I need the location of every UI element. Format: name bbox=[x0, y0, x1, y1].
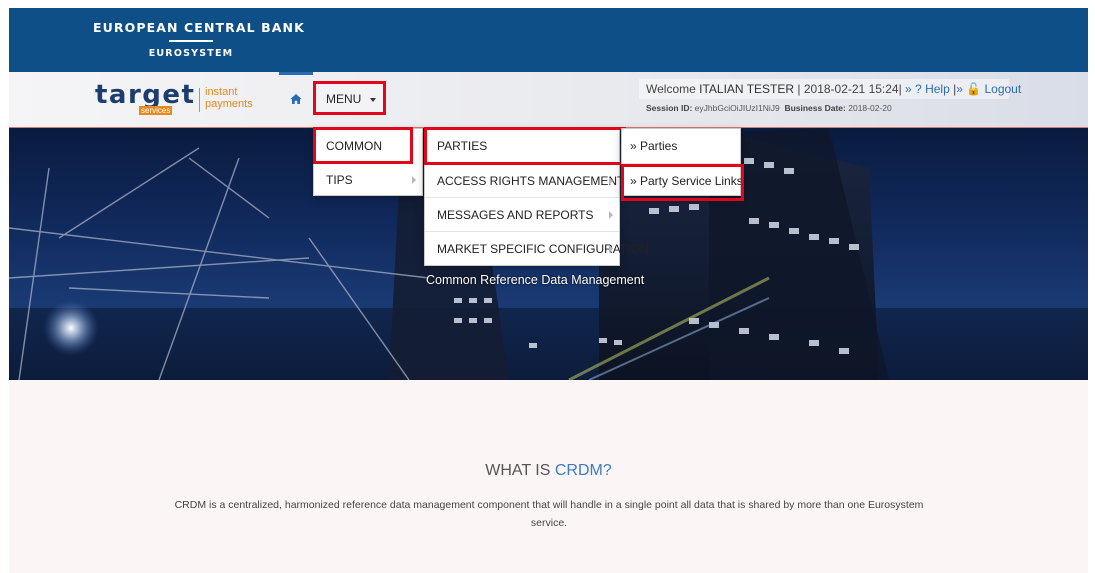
menu-item-common-label: COMMON bbox=[326, 139, 382, 153]
page-frame: EUROPEAN CENTRAL BANK EUROSYSTEM target … bbox=[9, 8, 1088, 573]
user-name: ITALIAN TESTER bbox=[699, 82, 795, 96]
menu-label: MENU bbox=[326, 92, 362, 106]
section-title-prefix: WHAT IS bbox=[485, 462, 555, 479]
menu-item-tips[interactable]: TIPS bbox=[314, 163, 422, 197]
menu-item-parties-label: PARTIES bbox=[437, 139, 488, 153]
section-description: CRDM is a centralized, harmonized refere… bbox=[174, 499, 924, 529]
chevron-right-icon bbox=[412, 176, 416, 184]
menu-item-market-specific-configuration[interactable]: MARKET SPECIFIC CONFIGURATION bbox=[425, 231, 649, 265]
section-title: WHAT IS CRDM? bbox=[9, 462, 1088, 480]
menu-item-party-service-links-label: » Party Service Links bbox=[630, 174, 743, 188]
brand-tagline-line1: instant bbox=[205, 86, 238, 98]
ecb-logo[interactable]: EUROPEAN CENTRAL BANK EUROSYSTEM bbox=[93, 20, 305, 59]
ecb-header: EUROPEAN CENTRAL BANK EUROSYSTEM bbox=[9, 8, 1088, 72]
menu-item-market-config-label: MARKET SPECIFIC CONFIGURATION bbox=[437, 242, 649, 256]
menu-level1-dropdown: COMMON TIPS bbox=[313, 128, 423, 196]
section-title-accent: CRDM? bbox=[554, 462, 612, 479]
menu-item-parties-link-label: » Parties bbox=[630, 139, 678, 153]
menu-item-party-service-links[interactable]: » Party Service Links bbox=[622, 163, 743, 197]
brand-tagline-line2: payments bbox=[205, 98, 253, 110]
brand-tagline: instant payments bbox=[205, 86, 253, 110]
welcome-line: Welcome ITALIAN TESTER | 2018-02-21 15:2… bbox=[646, 82, 1022, 96]
brand-separator bbox=[199, 88, 200, 112]
business-date-label: Business Date: bbox=[784, 103, 846, 113]
hero-caption: Common Reference Data Management bbox=[426, 273, 645, 287]
menu-item-access-rights-management[interactable]: ACCESS RIGHTS MANAGEMENT bbox=[425, 163, 624, 197]
welcome-prefix: Welcome bbox=[646, 82, 700, 96]
session-id-label: Session ID: bbox=[646, 103, 693, 113]
menu-item-parties[interactable]: PARTIES bbox=[425, 129, 619, 163]
ecb-logo-rule bbox=[169, 40, 213, 42]
logout-link[interactable]: » 🔓 Logout bbox=[956, 82, 1021, 96]
top-navbar: target services instant payments MENU We… bbox=[9, 72, 1088, 128]
menu-item-messages-and-reports[interactable]: MESSAGES AND REPORTS bbox=[425, 197, 619, 231]
session-id-value: eyJhbGciOiJIUzI1NiJ9 bbox=[694, 103, 780, 113]
caret-down-icon bbox=[370, 98, 376, 102]
chevron-right-icon bbox=[609, 177, 613, 185]
menu-level2-dropdown: PARTIES ACCESS RIGHTS MANAGEMENT MESSAGE… bbox=[424, 128, 649, 266]
help-link[interactable]: » ? Help bbox=[905, 82, 950, 96]
menu-item-parties-link[interactable]: » Parties bbox=[622, 129, 740, 163]
menu-item-access-rights-label: ACCESS RIGHTS MANAGEMENT bbox=[437, 174, 625, 188]
ecb-subtitle: EUROSYSTEM bbox=[148, 48, 234, 59]
user-info-bar: Welcome ITALIAN TESTER | 2018-02-21 15:2… bbox=[639, 79, 1021, 99]
home-icon bbox=[290, 94, 302, 104]
menu-item-common[interactable]: COMMON bbox=[314, 129, 422, 163]
menu-dropdown-button[interactable]: MENU bbox=[313, 81, 386, 115]
current-datetime: | 2018-02-21 15:24| bbox=[794, 82, 906, 96]
business-date-value: 2018-02-20 bbox=[848, 103, 892, 113]
ecb-title: EUROPEAN CENTRAL BANK bbox=[93, 20, 305, 35]
menu-level3-dropdown: » Parties » Party Service Links bbox=[621, 128, 743, 197]
chevron-right-icon bbox=[609, 211, 613, 219]
brand-services-tag: services bbox=[139, 106, 173, 115]
session-info: Session ID: eyJhbGciOiJIUzI1NiJ9 Busines… bbox=[646, 103, 892, 113]
home-tab[interactable] bbox=[279, 72, 313, 128]
menu-item-tips-label: TIPS bbox=[326, 173, 353, 187]
chevron-right-icon bbox=[609, 245, 613, 253]
menu-item-messages-label: MESSAGES AND REPORTS bbox=[437, 208, 594, 222]
